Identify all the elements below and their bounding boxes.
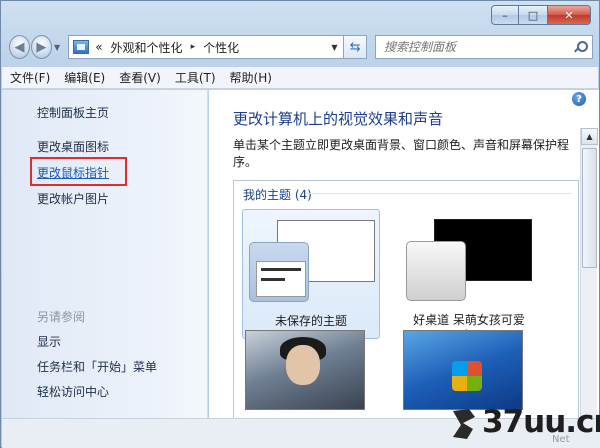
preview-bar	[261, 268, 301, 271]
change-account-picture-link[interactable]: 更改帐户图片	[37, 190, 109, 207]
control-panel-icon	[73, 40, 90, 54]
history-dropdown-icon[interactable]: ▼	[52, 43, 62, 52]
vertical-scrollbar[interactable]: ▲	[580, 128, 598, 418]
breadcrumb-overflow[interactable]: «	[95, 40, 102, 54]
menu-help[interactable]: 帮助(H)	[230, 69, 272, 86]
menu-bar: 文件(F) 编辑(E) 查看(V) 工具(T) 帮助(H)	[2, 67, 598, 89]
scroll-thumb[interactable]	[582, 148, 597, 268]
menu-tools[interactable]: 工具(T)	[175, 69, 216, 86]
theme-color-preview	[406, 241, 466, 301]
theme-thumbnail	[249, 220, 375, 302]
theme-photo-thumbnail[interactable]	[245, 330, 365, 410]
address-dropdown-icon[interactable]: ▼	[325, 43, 343, 52]
change-desktop-icons-link[interactable]: 更改桌面图标	[37, 138, 109, 155]
navigation-row: ◀ ▶ ▼ « 外观和个性化 ▸ 个性化 ▼ ⇆	[9, 33, 593, 61]
photo-face	[286, 345, 320, 385]
scroll-up-icon[interactable]: ▲	[581, 128, 598, 145]
watermark-text: 37uu.cn	[482, 404, 600, 440]
left-pane: 控制面板主页 更改桌面图标 更改鼠标指针 更改帐户图片 另请参阅 显示 任务栏和…	[2, 90, 208, 418]
windows-logo-icon	[452, 361, 482, 391]
address-bar[interactable]: « 外观和个性化 ▸ 个性化 ▼	[68, 35, 345, 59]
ease-of-access-link[interactable]: 轻松访问中心	[37, 383, 109, 400]
theme-tile-win7[interactable]: 好桌道 呆萌女孩可爱 win7	[400, 209, 538, 342]
taskbar-start-menu-link[interactable]: 任务栏和「开始」菜单	[37, 358, 157, 375]
maximize-button[interactable]: □	[519, 5, 547, 25]
group-divider	[306, 193, 572, 194]
window-frame: – □ ✕ ◀ ▶ ▼ « 外观和个性化 ▸ 个性化 ▼ ⇆ 文件(F) 编辑(…	[0, 0, 600, 448]
menu-view[interactable]: 查看(V)	[119, 69, 161, 86]
back-arrow-icon[interactable]: ◀	[9, 35, 30, 59]
forward-arrow-icon[interactable]: ▶	[30, 35, 52, 59]
close-button[interactable]: ✕	[547, 5, 591, 25]
display-link[interactable]: 显示	[37, 333, 61, 350]
search-box[interactable]	[375, 35, 593, 59]
themes-group-label[interactable]: 我的主题 (4)	[243, 186, 312, 203]
menu-file[interactable]: 文件(F)	[10, 69, 50, 86]
see-also-heading: 另请参阅	[37, 310, 86, 324]
menu-edit[interactable]: 编辑(E)	[64, 69, 105, 86]
window-preview-icon	[256, 261, 306, 297]
search-icon[interactable]	[574, 41, 588, 53]
control-panel-home-link[interactable]: 控制面板主页	[37, 104, 109, 121]
page-description: 单击某个主题立即更改桌面背景、窗口颜色、声音和屏幕保护程序。	[233, 138, 570, 169]
watermark-subtext: Net	[552, 434, 570, 445]
breadcrumb-personalization[interactable]: 个性化	[203, 39, 239, 56]
help-icon[interactable]: ?	[572, 92, 586, 106]
breadcrumb-appearance[interactable]: 外观和个性化	[111, 39, 183, 56]
theme-label: 未保存的主题	[274, 314, 347, 328]
theme-thumbnail	[406, 219, 532, 301]
theme-color-preview	[249, 242, 309, 302]
theme-windows-thumbnail[interactable]	[403, 330, 523, 410]
breadcrumb-separator-icon[interactable]: ▸	[191, 42, 196, 52]
search-input[interactable]	[384, 40, 574, 54]
change-mouse-pointer-link[interactable]: 更改鼠标指针	[37, 164, 109, 181]
refresh-icon[interactable]: ⇆	[344, 35, 367, 59]
main-pane: ? 更改计算机上的视觉效果和声音 单击某个主题立即更改桌面背景、窗口颜色、声音和…	[209, 90, 599, 418]
theme-tile-unsaved[interactable]: 未保存的主题	[242, 209, 380, 339]
minimize-button[interactable]: –	[491, 5, 519, 25]
preview-bar	[261, 278, 285, 281]
caption-buttons: – □ ✕	[491, 5, 591, 27]
watermark-logo-icon	[453, 409, 475, 439]
page-title: 更改计算机上的视觉效果和声音	[233, 110, 444, 128]
